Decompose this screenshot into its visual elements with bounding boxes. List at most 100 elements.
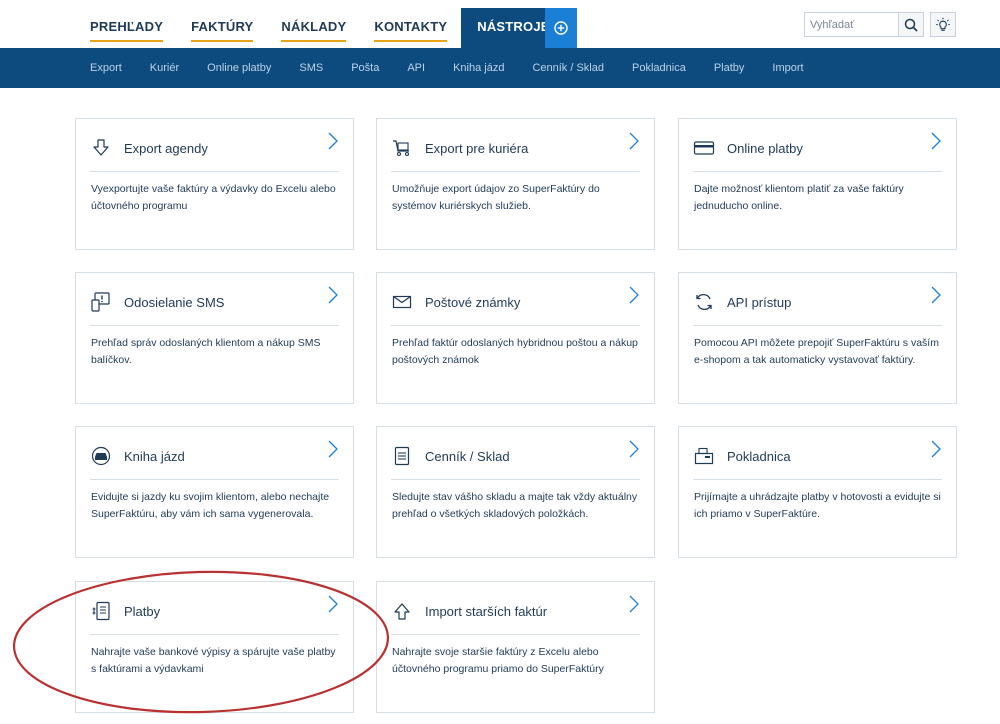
card-export-agendy[interactable]: Export agendy Vyexportujte vaše faktúry … — [75, 118, 354, 250]
card-description: Dajte možnosť klientom platiť za vaše fa… — [694, 183, 904, 212]
upload-arrow-icon — [391, 600, 413, 622]
chevron-right-icon — [328, 286, 338, 304]
chevron-right-icon — [328, 132, 338, 150]
card-description: Umožňuje export údajov zo SuperFaktúry d… — [392, 183, 600, 212]
chevron-right-icon — [931, 132, 941, 150]
card-cennik-sklad[interactable]: Cenník / Sklad Sledujte stav vášho sklad… — [376, 426, 655, 558]
card-divider — [693, 325, 942, 326]
card-odosielanie-sms[interactable]: Odosielanie SMS Prehľad správ odoslaných… — [75, 272, 354, 404]
sub-nav-cennik-sklad[interactable]: Cenník / Sklad — [518, 48, 618, 88]
chevron-right-icon — [629, 132, 639, 150]
nav-item-label: FAKTÚRY — [191, 19, 254, 34]
card-divider — [391, 171, 640, 172]
card-head: Platby — [90, 596, 339, 626]
card-head: Import starších faktúr — [391, 596, 640, 626]
chevron-right-icon — [931, 286, 941, 304]
card-head: Poštové známky — [391, 287, 640, 317]
nav-item-label: PREHĽADY — [90, 19, 164, 34]
search-input[interactable] — [804, 12, 899, 37]
card-description: Sledujte stav vášho skladu a majte tak v… — [392, 491, 638, 520]
card-head: Export pre kuriéra — [391, 133, 640, 163]
cart-icon — [391, 137, 413, 159]
card-title: Odosielanie SMS — [124, 294, 225, 310]
add-button[interactable] — [545, 8, 577, 48]
nav-item-prehlady[interactable]: PREHĽADY — [76, 8, 177, 48]
card-head: Online platby — [693, 133, 942, 163]
sub-nav-import[interactable]: Import — [758, 48, 817, 88]
top-bar: PREHĽADY FAKTÚRY NÁKLADY KONTAKTY NÁSTRO… — [0, 0, 1000, 48]
nav-item-label: NÁKLADY — [281, 19, 347, 34]
envelope-icon — [391, 291, 413, 313]
card-pokladnica[interactable]: Pokladnica Prijímajte a uhrádzajte platb… — [678, 426, 957, 558]
card-description: Nahrajte vaše bankové výpisy a spárujte … — [91, 646, 336, 675]
sync-arrows-icon — [693, 291, 715, 313]
card-title: Online platby — [727, 140, 803, 156]
nav-underline — [374, 40, 448, 42]
card-online-platby[interactable]: Online platby Dajte možnosť klientom pla… — [678, 118, 957, 250]
sub-nav-kurier[interactable]: Kuriér — [136, 48, 193, 88]
nav-underline — [90, 40, 164, 42]
card-divider — [90, 634, 339, 635]
card-divider — [391, 479, 640, 480]
card-postove-znamky[interactable]: Poštové známky Prehľad faktúr odoslaných… — [376, 272, 655, 404]
search-icon — [904, 18, 918, 32]
card-title: Kniha jázd — [124, 448, 185, 464]
card-head: Pokladnica — [693, 441, 942, 471]
sub-nav-posta[interactable]: Pošta — [337, 48, 393, 88]
main-nav: PREHĽADY FAKTÚRY NÁKLADY KONTAKTY NÁSTRO… — [76, 8, 566, 48]
card-description: Nahrajte svoje staršie faktúry z Excelu … — [392, 646, 604, 675]
list-document-icon — [391, 445, 413, 467]
card-export-pre-kuriera[interactable]: Export pre kuriéra Umožňuje export údajo… — [376, 118, 655, 250]
sub-nav-api[interactable]: API — [393, 48, 439, 88]
credit-card-icon — [693, 137, 715, 159]
sub-nav-pokladnica[interactable]: Pokladnica — [618, 48, 700, 88]
chevron-right-icon — [629, 440, 639, 458]
sub-nav-online-platby[interactable]: Online platby — [193, 48, 285, 88]
help-button[interactable] — [930, 12, 956, 37]
nav-item-label: KONTAKTY — [374, 19, 448, 34]
card-divider — [693, 479, 942, 480]
card-head: Cenník / Sklad — [391, 441, 640, 471]
sub-nav: Export Kuriér Online platby SMS Pošta AP… — [0, 48, 1000, 88]
card-description: Vyexportujte vaše faktúry a výdavky do E… — [91, 183, 336, 212]
chevron-right-icon — [629, 286, 639, 304]
cash-register-icon — [693, 445, 715, 467]
sub-nav-kniha-jazd[interactable]: Kniha jázd — [439, 48, 518, 88]
card-title: API prístup — [727, 294, 792, 310]
card-import-starsich-faktur[interactable]: Import starších faktúr Nahrajte svoje st… — [376, 581, 655, 713]
nav-item-naklady[interactable]: NÁKLADY — [267, 8, 360, 48]
card-head: Kniha jázd — [90, 441, 339, 471]
chevron-right-icon — [328, 440, 338, 458]
bank-statement-icon — [90, 600, 112, 622]
download-arrow-icon — [90, 137, 112, 159]
card-divider — [90, 479, 339, 480]
card-head: API prístup — [693, 287, 942, 317]
card-title: Pokladnica — [727, 448, 791, 464]
card-divider — [391, 634, 640, 635]
sub-nav-platby[interactable]: Platby — [700, 48, 759, 88]
card-title: Import starších faktúr — [425, 603, 548, 619]
card-description: Prehľad správ odoslaných klientom a náku… — [91, 337, 321, 366]
sub-nav-sms[interactable]: SMS — [285, 48, 337, 88]
nav-item-label: NÁSTROJE — [477, 19, 550, 34]
nav-item-faktury[interactable]: FAKTÚRY — [177, 8, 267, 48]
card-head: Odosielanie SMS — [90, 287, 339, 317]
card-divider — [90, 171, 339, 172]
sub-nav-export[interactable]: Export — [76, 48, 136, 88]
lightbulb-icon — [936, 17, 950, 31]
card-description: Prijímajte a uhrádzajte platby v hotovos… — [694, 491, 941, 520]
plus-circle-icon — [554, 21, 568, 35]
search-button[interactable] — [898, 12, 924, 37]
card-divider — [90, 325, 339, 326]
card-platby[interactable]: Platby Nahrajte vaše bankové výpisy a sp… — [75, 581, 354, 713]
card-head: Export agendy — [90, 133, 339, 163]
card-title: Platby — [124, 603, 161, 619]
chevron-right-icon — [328, 595, 338, 613]
card-description: Prehľad faktúr odoslaných hybridnou pošt… — [392, 337, 638, 366]
phone-alert-icon — [90, 291, 112, 313]
card-api-pristup[interactable]: API prístup Pomocou API môžete prepojiť … — [678, 272, 957, 404]
sub-nav-items: Export Kuriér Online platby SMS Pošta AP… — [76, 48, 818, 88]
nav-item-kontakty[interactable]: KONTAKTY — [360, 8, 461, 48]
card-kniha-jazd[interactable]: Kniha jázd Evidujte si jazdy ku svojim k… — [75, 426, 354, 558]
card-title: Poštové známky — [425, 294, 521, 310]
